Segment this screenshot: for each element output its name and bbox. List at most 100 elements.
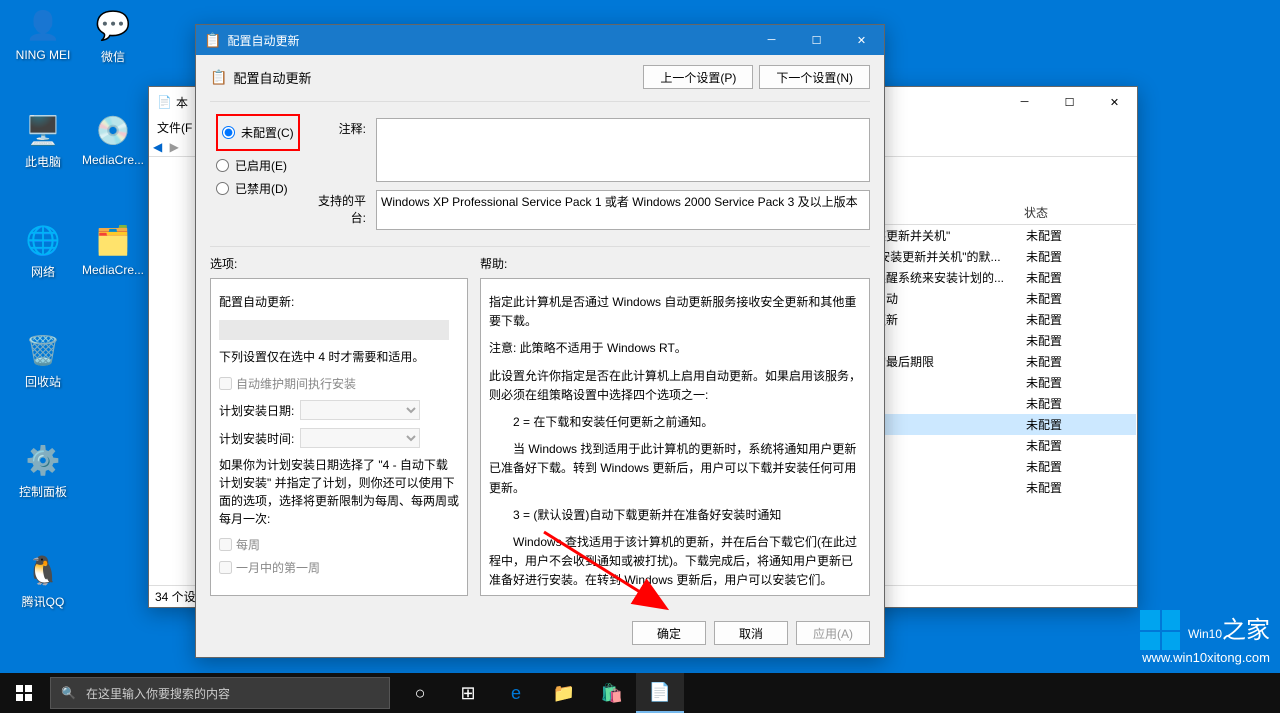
notepad-task-icon[interactable]: 📄 (636, 673, 684, 713)
desktop-icon[interactable]: 🌐网络 (10, 220, 76, 280)
icon-label: MediaCre... (80, 263, 146, 277)
help-p3: 此设置允许你指定是否在此计算机上启用自动更新。如果启用该服务，则必须在组策略设置… (489, 367, 861, 405)
first-week-label: 一月中的第一周 (236, 559, 320, 576)
policy-row[interactable]: 更新未配置 (874, 309, 1136, 330)
radio-enabled[interactable]: 已启用(E) (216, 157, 316, 174)
app-icon: 🐧 (23, 550, 63, 590)
opt-weekly: 每周 (219, 536, 459, 553)
desktop-icon[interactable]: ⚙️ 控制面板 (10, 440, 76, 500)
policy-row[interactable]: 未配置 (874, 330, 1136, 351)
policy-name: 的最后期限 (874, 353, 1026, 370)
policy-row[interactable]: 唤醒系统来安装计划的...未配置 (874, 267, 1136, 288)
policy-column-header[interactable]: 状态 (874, 201, 1136, 225)
policy-row[interactable]: 未配置 (874, 372, 1136, 393)
schedule-note: 如果你为计划安装日期选择了 "4 - 自动下载计划安装" 并指定了计划，则你还可… (219, 456, 459, 528)
desktop-icon[interactable]: 👤NING MEI (10, 5, 76, 62)
policy-state: 未配置 (1026, 437, 1136, 454)
opt-auto-maint: 自动维护期间执行安装 (219, 375, 459, 392)
back-icon[interactable]: ◀ (153, 140, 162, 154)
help-p5: 当 Windows 找到适用于此计算机的更新时，系统将通知用户更新已准备好下载。… (489, 440, 861, 498)
search-box[interactable]: 🔍 在这里输入你要搜索的内容 (50, 677, 390, 709)
desktop-icon[interactable]: 💬 微信 (80, 5, 146, 65)
maximize-button[interactable]: ☐ (794, 25, 839, 55)
start-button[interactable] (0, 673, 48, 713)
radio-unconfigured-label: 未配置(C) (241, 124, 294, 141)
dialog-header: 配置自动更新 (233, 68, 637, 87)
schedule-time-label: 计划安装时间: (219, 430, 294, 447)
windows-logo-icon (1140, 610, 1180, 650)
desktop-icon[interactable]: 🐧腾讯QQ (10, 550, 76, 610)
icon-label: 回收站 (10, 373, 76, 390)
help-p2: 注意: 此策略不适用于 Windows RT。 (489, 339, 861, 358)
policy-row[interactable]: "安装更新并关机"的默...未配置 (874, 246, 1136, 267)
config-auto-update-dialog: 📋 配置自动更新 ─ ☐ ✕ 📋 配置自动更新 上一个设置(P) 下一个设置(N… (195, 24, 885, 658)
policy-name (874, 437, 1026, 454)
opt-title: 配置自动更新: (219, 293, 459, 312)
policy-row[interactable]: 未配置 (874, 435, 1136, 456)
minimize-button[interactable]: ─ (749, 25, 794, 55)
radio-enabled-input[interactable] (216, 159, 229, 172)
ok-button[interactable]: 确定 (632, 621, 706, 645)
radio-disabled[interactable]: 已禁用(D) (216, 180, 316, 197)
policy-row[interactable]: 装更新并关机"未配置 (874, 225, 1136, 246)
desktop-icon[interactable]: 💿MediaCre... (80, 110, 146, 167)
policy-row[interactable]: 未配置 (874, 477, 1136, 498)
icon-label: 此电脑 (10, 153, 76, 170)
cortana-icon[interactable]: ○ (396, 673, 444, 713)
store-icon[interactable]: 🛍️ (588, 673, 636, 713)
desktop-icon[interactable]: 🖥️ 此电脑 (10, 110, 76, 170)
policy-icon: 📋 (204, 32, 221, 49)
radio-unconfigured[interactable]: 未配置(C) (222, 124, 294, 141)
close-button[interactable]: ✕ (1092, 87, 1137, 117)
first-week-checkbox (219, 561, 232, 574)
policy-state: 未配置 (1026, 332, 1136, 349)
radio-disabled-input[interactable] (216, 182, 229, 195)
help-label: 帮助: (480, 255, 870, 272)
next-setting-button[interactable]: 下一个设置(N) (759, 65, 870, 89)
options-label: 选项: (210, 255, 480, 272)
app-icon: 🖥️ (23, 110, 63, 150)
policy-name (874, 374, 1026, 391)
radio-disabled-label: 已禁用(D) (235, 180, 288, 197)
previous-setting-button[interactable]: 上一个设置(P) (643, 65, 753, 89)
desktop-icon[interactable]: 🗂️MediaCre... (80, 220, 146, 277)
policy-state: 未配置 (1026, 248, 1136, 265)
watermark-suffix: 之家 (1222, 617, 1270, 644)
radio-unconfigured-input[interactable] (222, 126, 235, 139)
app-icon: 🗑️ (23, 330, 63, 370)
icon-label: 控制面板 (10, 483, 76, 500)
apply-button[interactable]: 应用(A) (796, 621, 870, 645)
policy-state: 未配置 (1026, 479, 1136, 496)
task-view-icon[interactable]: ⊞ (444, 673, 492, 713)
cancel-button[interactable]: 取消 (714, 621, 788, 645)
app-icon: ⚙️ (23, 440, 63, 480)
edge-icon[interactable]: e (492, 673, 540, 713)
maximize-button[interactable]: ☐ (1047, 87, 1092, 117)
app-icon: 💬 (93, 5, 133, 45)
policy-row[interactable]: 未配置 (874, 456, 1136, 477)
policy-row[interactable]: 未配置 (874, 393, 1136, 414)
highlight-annotation: 未配置(C) (216, 114, 300, 151)
policy-row[interactable]: 启动未配置 (874, 288, 1136, 309)
forward-icon[interactable]: ▶ (170, 140, 179, 154)
close-button[interactable]: ✕ (839, 25, 884, 55)
help-panel[interactable]: 指定此计算机是否通过 Windows 自动更新服务接收安全更新和其他重要下载。 … (480, 278, 870, 596)
minimize-button[interactable]: ─ (1002, 87, 1047, 117)
help-p7: Windows 查找适用于该计算机的更新，并在后台下载它们(在此过程中，用户不会… (489, 533, 861, 591)
desktop-icon[interactable]: 🗑️ 回收站 (10, 330, 76, 390)
search-placeholder: 在这里输入你要搜索的内容 (86, 685, 230, 702)
policy-name (874, 458, 1026, 475)
options-panel[interactable]: 配置自动更新: 下列设置仅在选中 4 时才需要和适用。 自动维护期间执行安装 计… (210, 278, 468, 596)
policy-row[interactable]: 的最后期限未配置 (874, 351, 1136, 372)
dialog-titlebar[interactable]: 📋 配置自动更新 ─ ☐ ✕ (196, 25, 884, 55)
explorer-icon[interactable]: 📁 (540, 673, 588, 713)
schedule-day-select (300, 400, 420, 420)
comment-textarea[interactable] (376, 118, 870, 182)
icon-label: 微信 (80, 48, 146, 65)
help-p1: 指定此计算机是否通过 Windows 自动更新服务接收安全更新和其他重要下载。 (489, 293, 861, 331)
radio-enabled-label: 已启用(E) (235, 157, 287, 174)
policy-name (874, 332, 1026, 349)
icon-label: 网络 (10, 263, 76, 280)
policy-row[interactable]: 未配置 (874, 414, 1136, 435)
policy-name (874, 479, 1026, 496)
